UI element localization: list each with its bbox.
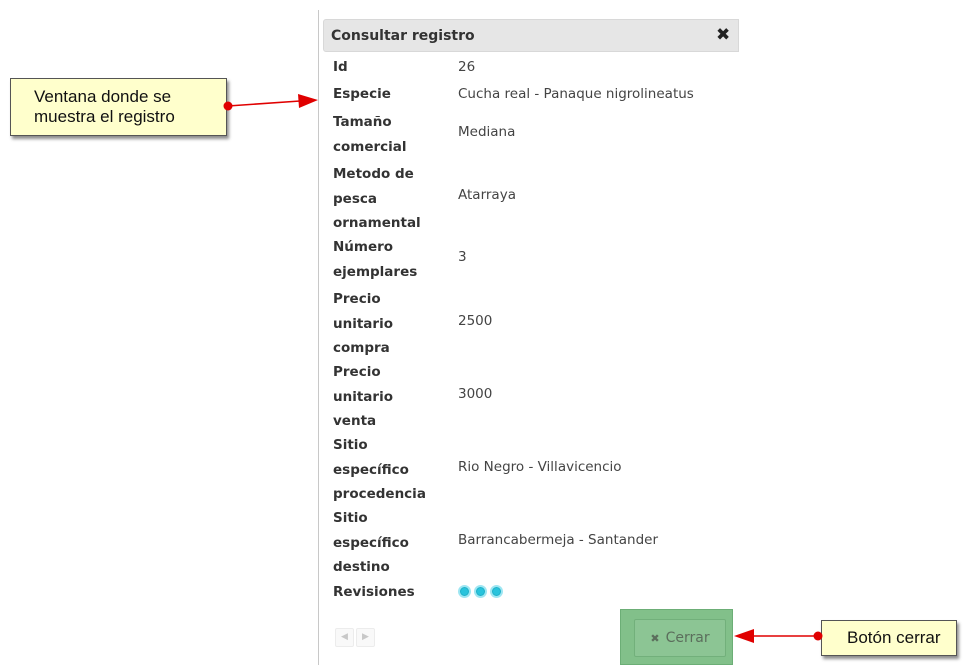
annotation-arrows (223, 94, 823, 643)
arrow-to-button (734, 629, 823, 643)
arrow-to-window (223, 94, 318, 111)
